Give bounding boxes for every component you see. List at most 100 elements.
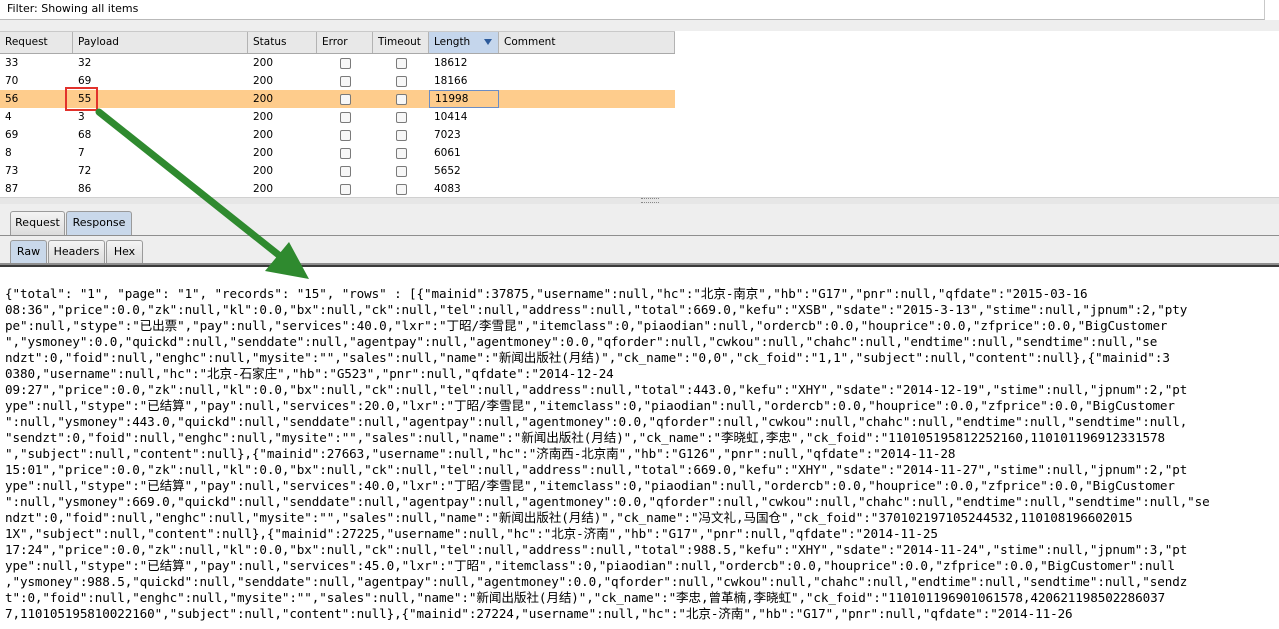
table-body: 33 32 200 18612 70 69 200 18166 56 55 200 11998 4 3 20…: [0, 54, 675, 197]
cell-request: 56: [5, 93, 19, 105]
cell-timeout: [373, 72, 429, 90]
error-checkbox[interactable]: [339, 165, 351, 177]
response-line: ype":null,"stype":"已结算","pay":null,"serv…: [5, 558, 1175, 573]
table-row[interactable]: 56 55 200 11998: [0, 90, 675, 108]
cell-error: [317, 72, 373, 90]
response-line: 1X","subject":null,"content":null},{"mai…: [5, 526, 938, 541]
tab-request[interactable]: Request: [10, 211, 65, 235]
table-row[interactable]: 69 68 200 7023: [0, 126, 675, 144]
cell-error: [317, 126, 373, 144]
cell-timeout: [373, 108, 429, 126]
cell-status: 200: [253, 147, 274, 159]
timeout-checkbox[interactable]: [395, 147, 407, 159]
cell-error: [317, 180, 373, 197]
cell-length: 4083: [434, 183, 461, 195]
table-row[interactable]: 87 86 200 4083: [0, 180, 675, 197]
error-checkbox[interactable]: [339, 57, 351, 69]
column-header-length-label: Length: [434, 36, 471, 48]
column-header-status[interactable]: Status: [248, 32, 317, 53]
cell-comment: [499, 108, 675, 126]
column-header-length[interactable]: Length: [429, 32, 499, 53]
column-header-timeout[interactable]: Timeout: [373, 32, 429, 53]
cell-comment: [499, 54, 675, 72]
response-line: t":0,"foid":null,"enghc":null,"mysite":"…: [5, 590, 1166, 605]
cell-status: 200: [253, 93, 274, 105]
tab-headers[interactable]: Headers: [48, 240, 105, 263]
splitter-grip-icon[interactable]: [641, 198, 659, 203]
timeout-checkbox[interactable]: [395, 111, 407, 123]
sort-descending-icon: [484, 39, 492, 45]
tab-hex[interactable]: Hex: [106, 240, 143, 263]
column-header-request[interactable]: Request: [0, 32, 73, 53]
table-row[interactable]: 8 7 200 6061: [0, 144, 675, 162]
cell-error: [317, 144, 373, 162]
tab-response[interactable]: Response: [66, 211, 132, 235]
cell-request: 73: [5, 165, 19, 177]
table-row[interactable]: 4 3 200 10414: [0, 108, 675, 126]
error-checkbox[interactable]: [339, 147, 351, 159]
response-line: 15:01","price":0.0,"zk":null,"kl":0.0,"b…: [5, 462, 1188, 477]
timeout-checkbox[interactable]: [395, 183, 407, 195]
cell-payload: 72: [78, 165, 92, 177]
cell-comment: [499, 180, 675, 197]
cell-payload: 68: [78, 129, 92, 141]
timeout-checkbox[interactable]: [395, 93, 407, 105]
cell-request: 8: [5, 147, 12, 159]
cell-comment: [499, 90, 675, 108]
tab-raw[interactable]: Raw: [10, 240, 47, 263]
response-line: 7,110105195810022160","subject":null,"co…: [5, 606, 1073, 621]
response-raw-panel[interactable]: {"total": "1", "page": "1", "records": "…: [0, 265, 1279, 629]
cell-payload: 69: [78, 75, 92, 87]
cell-payload: 3: [78, 111, 85, 123]
response-line: 0380,"username":null,"hc":"北京-石家庄","hb":…: [5, 366, 614, 381]
table-row[interactable]: 70 69 200 18166: [0, 72, 675, 90]
cell-request: 33: [5, 57, 19, 69]
column-header-error[interactable]: Error: [317, 32, 373, 53]
cell-error: [317, 162, 373, 180]
cell-payload: 7: [78, 147, 85, 159]
table-header: Request Payload Status Error Timeout Len…: [0, 31, 675, 54]
cell-status: 200: [253, 129, 274, 141]
table-empty-area: [675, 31, 1279, 197]
error-checkbox[interactable]: [339, 183, 351, 195]
cell-request: 69: [5, 129, 19, 141]
cell-timeout: [373, 180, 429, 197]
cell-timeout: [373, 54, 429, 72]
response-line: {"total": "1", "page": "1", "records": "…: [5, 286, 1088, 301]
cell-length: 7023: [434, 129, 461, 141]
cell-length: 18166: [434, 75, 468, 87]
error-checkbox[interactable]: [339, 111, 351, 123]
filter-bar[interactable]: Filter: Showing all items: [0, 0, 1265, 20]
cell-timeout: [373, 90, 429, 108]
response-line: 09:27","price":0.0,"zk":null,"kl":0.0,"b…: [5, 382, 1188, 397]
error-checkbox[interactable]: [339, 129, 351, 141]
error-checkbox[interactable]: [339, 75, 351, 87]
timeout-checkbox[interactable]: [395, 75, 407, 87]
error-checkbox[interactable]: [339, 93, 351, 105]
response-body-text[interactable]: {"total": "1", "page": "1", "records": "…: [5, 286, 1271, 622]
cell-comment: [499, 162, 675, 180]
highlight-annotation-box: [65, 87, 98, 111]
table-row[interactable]: 33 32 200 18612: [0, 54, 675, 72]
response-line: 17:24","price":0.0,"zk":null,"kl":0.0,"b…: [5, 542, 1188, 557]
timeout-checkbox[interactable]: [395, 165, 407, 177]
response-line: pe":null,"stype":"已出票","pay":null,"servi…: [5, 318, 1168, 333]
cell-length: 6061: [434, 147, 461, 159]
cell-status: 200: [253, 75, 274, 87]
cell-error: [317, 108, 373, 126]
response-line: ndzt":0,"foid":null,"enghc":null,"mysite…: [5, 350, 1170, 365]
cell-status: 200: [253, 111, 274, 123]
column-header-comment[interactable]: Comment: [499, 32, 675, 53]
table-row[interactable]: 73 72 200 5652: [0, 162, 675, 180]
cell-payload: 32: [78, 57, 92, 69]
cell-error: [317, 90, 373, 108]
response-line: ","ysmoney":0.0,"quickd":null,"senddate"…: [5, 334, 1158, 349]
cell-payload: 55: [78, 93, 92, 105]
timeout-checkbox[interactable]: [395, 57, 407, 69]
cell-comment: [499, 126, 675, 144]
column-header-payload[interactable]: Payload: [73, 32, 248, 53]
timeout-checkbox[interactable]: [395, 129, 407, 141]
cell-length: 11998: [429, 90, 499, 108]
cell-error: [317, 54, 373, 72]
cell-timeout: [373, 144, 429, 162]
